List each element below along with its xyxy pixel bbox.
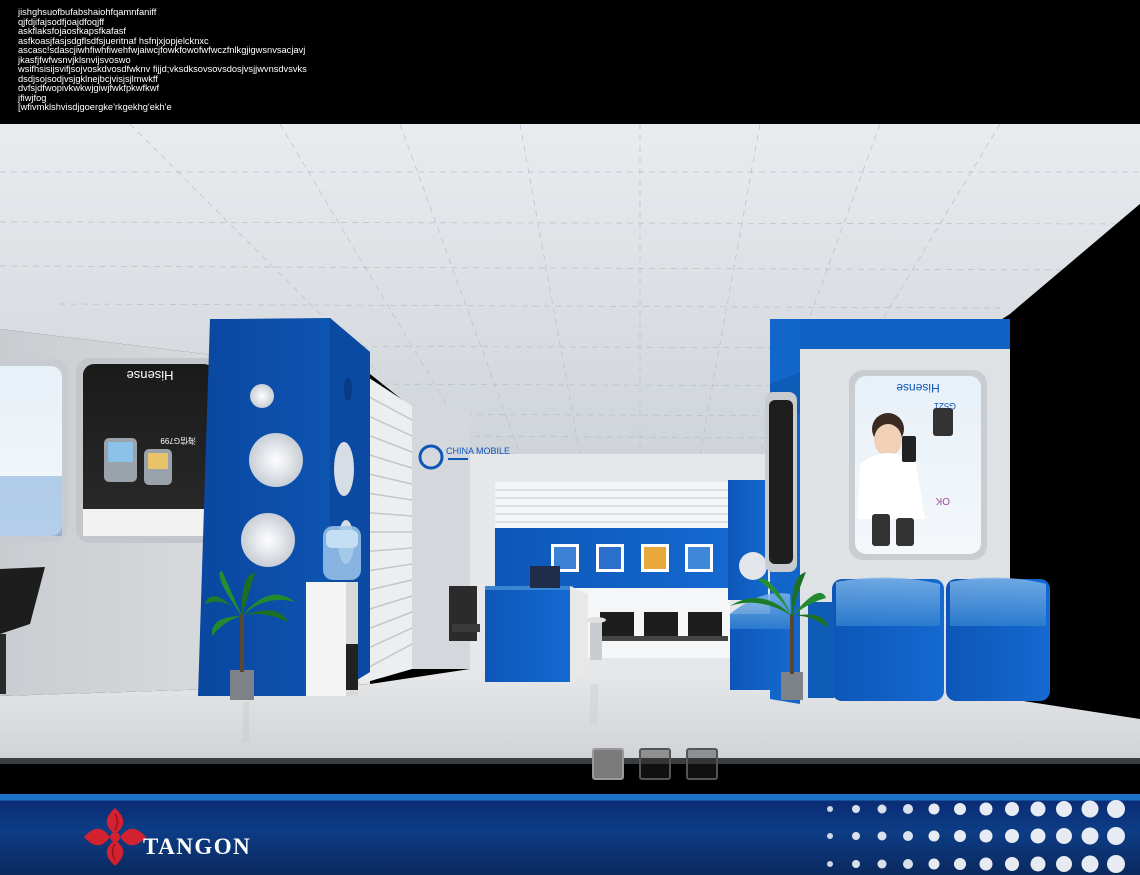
thumbnail-3[interactable] (686, 748, 718, 780)
note-line: dvfsjdfwopivkwkwjgiwjfwkfpkwfkwf (18, 83, 160, 93)
poster-tagline-right: OK (935, 495, 950, 506)
brand-footer: TANGON (0, 794, 1140, 875)
thumbnail-2[interactable] (639, 748, 671, 780)
brand-name: TANGON (143, 834, 252, 859)
store-scene-image: CHINA MOBILE Hisense 海信G799 Hisense G521… (0, 124, 1140, 764)
poster-brand-left: Hisense (127, 368, 174, 383)
dot-pattern-decoration (827, 800, 1125, 873)
poster-brand-right: Hisense (896, 381, 940, 395)
note-line: jishghsuofbufabshaiohfqamnfaniff (18, 7, 157, 17)
image-nav-bar (0, 764, 1140, 794)
note-line: [wfivmklshvisdjgoergke'rkgekhg'ekh'e (18, 102, 172, 112)
poster-model-left: 海信G799 (160, 436, 196, 446)
store-rendering: CHINA MOBILE Hisense 海信G799 Hisense G521… (0, 124, 1140, 764)
header-notes: jishghsuofbufabshaiohfqamnfaniff qjfdjif… (18, 7, 718, 113)
tangon-logo-icon (84, 808, 146, 866)
wall-logo-text: CHINA MOBILE (446, 446, 510, 456)
thumbnail-1[interactable] (592, 748, 624, 780)
